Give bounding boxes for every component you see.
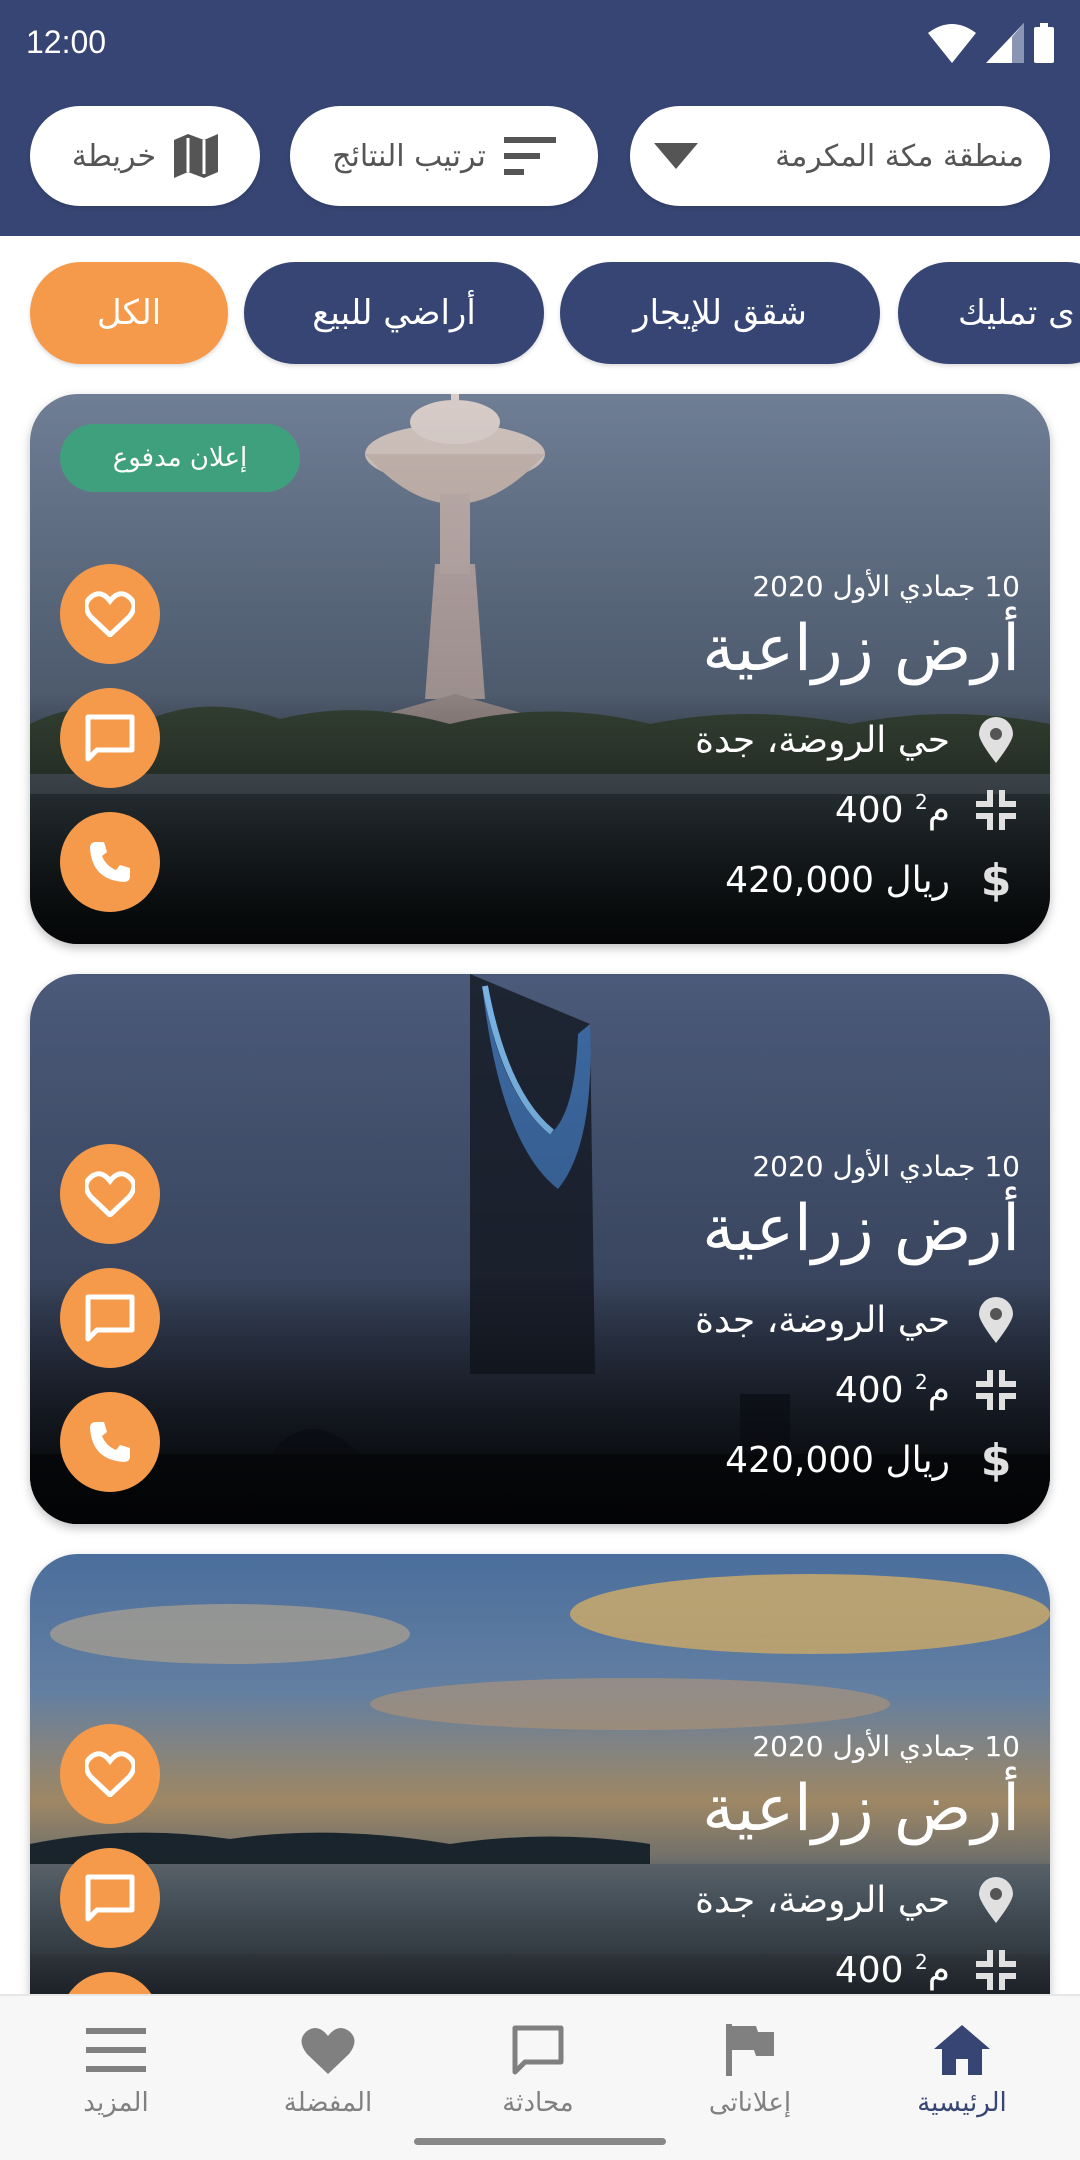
area-icon [976,1370,1016,1410]
home-indicator[interactable] [414,2138,666,2145]
area-unit-sup: 2 [914,1949,928,1974]
chat-icon [85,714,135,762]
heart-icon [85,1751,135,1797]
phone-icon [90,842,130,882]
menu-icon [86,2028,146,2072]
dollar-icon: $ [980,854,1012,906]
location-pin-icon [979,717,1013,763]
home-icon [934,2025,990,2075]
chat-icon [85,1874,135,1922]
map-icon [174,134,219,178]
region-select[interactable]: منطقة مكة المكرمة [630,106,1050,206]
listing-area: 400 م2 [835,1942,1020,1998]
listing-title: أرض زراعية [702,1192,1020,1266]
listing-card[interactable]: 10 جمادي الأول 2020 أرض زراعية حي الروضة… [30,974,1050,1524]
app-header: 12:00 منطقة مكة المكرمة ترتيب النتائج خر… [0,0,1080,236]
location-pin-icon [979,1877,1013,1923]
area-unit-sup: 2 [914,1369,928,1394]
favorite-button[interactable] [60,1144,160,1244]
heart-icon [301,2027,355,2074]
nav-my-ads[interactable]: إعلاناتى [660,2022,840,2118]
category-filters: ى تمليك شقق للإيجار أراضي للبيع الكل [0,262,1080,366]
battery-icon [1034,23,1054,63]
chat-icon [512,2025,564,2075]
wifi-icon [928,24,976,63]
listing-date: 10 جمادي الأول 2020 [752,1730,1020,1763]
chat-button[interactable] [60,1268,160,1368]
listing-title: أرض زراعية [702,1772,1020,1846]
area-text: 400 م [834,1949,950,1991]
listing-area: 400 م2 [835,782,1020,838]
call-button[interactable] [60,812,160,912]
location-text: حي الروضة، جدة [695,1299,950,1341]
map-button[interactable]: خريطة [30,106,260,206]
bottom-navigation: الرئيسية إعلاناتى محادثة المفضلة المزيد [0,1994,1080,2160]
flag-icon [726,2024,774,2076]
nav-more[interactable]: المزيد [26,2022,206,2118]
location-pin-icon [979,1297,1013,1343]
sort-label: ترتيب النتائج [332,138,486,174]
signal-icon [986,23,1024,63]
listing-date: 10 جمادي الأول 2020 [752,570,1020,603]
sort-button[interactable]: ترتيب النتائج [290,106,598,206]
area-unit-sup: 2 [914,789,928,814]
location-text: حي الروضة، جدة [695,719,950,761]
region-label: منطقة مكة المكرمة [775,138,1024,174]
location-text: حي الروضة، جدة [695,1879,950,1921]
listing-price: 420,000 ريال $ [725,852,1020,908]
area-icon [976,1950,1016,1990]
chip-land-sale[interactable]: أراضي للبيع [244,262,544,364]
nav-favorites[interactable]: المفضلة [238,2022,418,2118]
sort-icon [503,137,556,175]
chip-all[interactable]: الكل [30,262,228,364]
price-text: 420,000 ريال [725,1439,950,1481]
chip-apartments-rent[interactable]: شقق للإيجار [560,262,880,364]
listing-card[interactable]: إعلان مدفوع 10 جمادي الأول 2020 أرض زراع… [30,394,1050,944]
listing-title: أرض زراعية [702,612,1020,686]
chat-button[interactable] [60,1848,160,1948]
listing-price: 420,000 ريال $ [725,1432,1020,1488]
area-text: 400 م [834,1369,950,1411]
price-text: 420,000 ريال [725,859,950,901]
chip-ownership[interactable]: ى تمليك [898,262,1080,364]
listing-location: حي الروضة، جدة [695,1292,1020,1348]
nav-favorites-label: المفضلة [283,2088,373,2118]
area-icon [976,790,1016,830]
heart-icon [85,591,135,637]
heart-icon [85,1171,135,1217]
area-text: 400 م [834,789,950,831]
status-time: 12:00 [26,24,107,60]
nav-chat-label: محادثة [502,2088,574,2118]
listing-location: حي الروضة، جدة [695,712,1020,768]
favorite-button[interactable] [60,564,160,664]
listing-area: 400 م2 [835,1362,1020,1418]
nav-more-label: المزيد [83,2088,149,2118]
chat-button[interactable] [60,688,160,788]
chat-icon [85,1294,135,1342]
chevron-down-icon [654,143,698,169]
nav-home[interactable]: الرئيسية [872,2022,1052,2118]
paid-ad-badge: إعلان مدفوع [60,424,300,492]
favorite-button[interactable] [60,1724,160,1824]
nav-my-ads-label: إعلاناتى [708,2088,792,2118]
listing-date: 10 جمادي الأول 2020 [752,1150,1020,1183]
dollar-icon: $ [980,1434,1012,1486]
nav-home-label: الرئيسية [917,2088,1007,2118]
call-button[interactable] [60,1392,160,1492]
map-label: خريطة [71,138,157,174]
nav-chat[interactable]: محادثة [448,2022,628,2118]
listing-location: حي الروضة، جدة [695,1872,1020,1928]
phone-icon [90,1422,130,1462]
status-icons [928,22,1054,64]
